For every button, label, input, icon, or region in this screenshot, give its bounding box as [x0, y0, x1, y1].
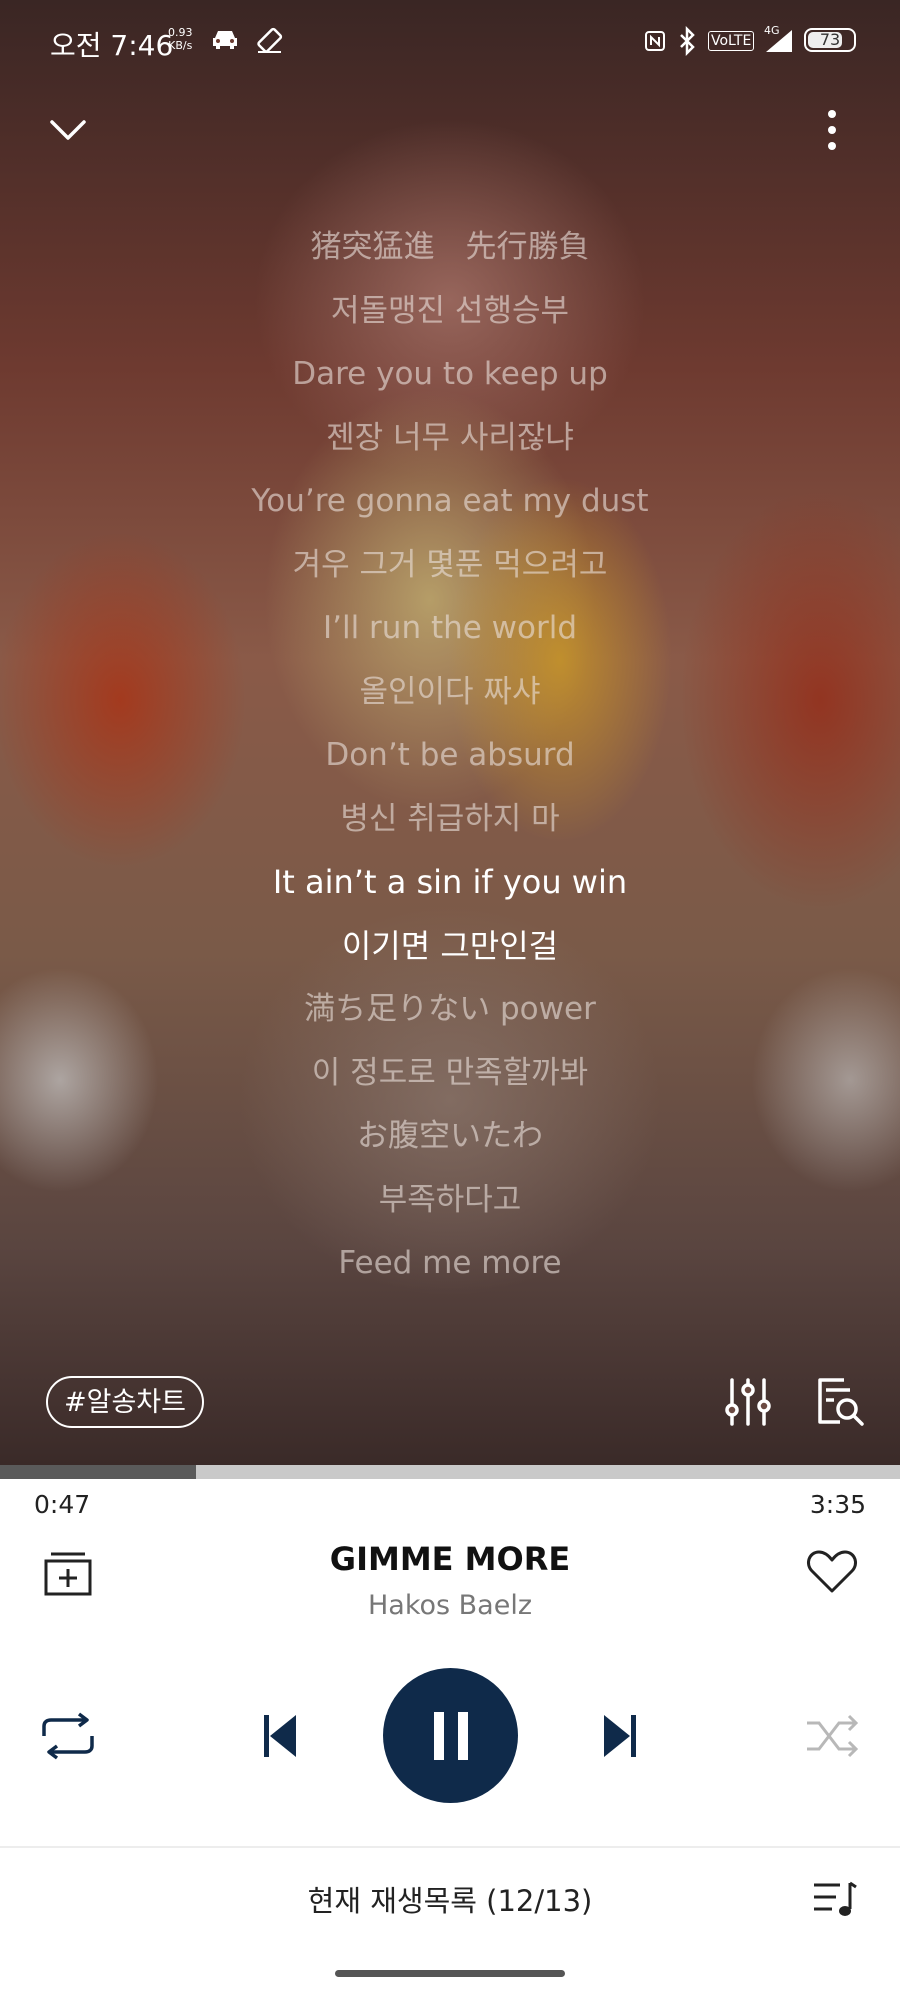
lyric-line-current[interactable]: 이기면 그만인걸: [0, 915, 900, 979]
hashtag-chip[interactable]: #알송차트: [46, 1376, 204, 1428]
repeat-button[interactable]: [36, 1706, 100, 1766]
skip-next-icon: [604, 1715, 636, 1757]
lyric-line[interactable]: I’ll run the world: [0, 597, 900, 661]
previous-button[interactable]: [250, 1710, 310, 1762]
lyric-line[interactable]: Don’t be absurd: [0, 724, 900, 788]
network-speed-value: 0.93: [168, 26, 193, 39]
repeat-icon: [42, 1712, 94, 1760]
artist-name[interactable]: Hakos Baelz: [0, 1590, 900, 1621]
seek-bar-progress: [0, 1465, 197, 1479]
collapse-button[interactable]: [38, 100, 98, 160]
lyric-line[interactable]: 겨우 그거 몇푼 먹으려고: [0, 534, 900, 598]
car-icon: [213, 31, 237, 49]
battery-indicator: 73: [804, 28, 856, 52]
divider: [0, 1846, 900, 1848]
network-speed: 0.93 KB/s: [168, 26, 193, 52]
seek-bar[interactable]: [0, 1465, 900, 1479]
lyrics-list[interactable]: 猪突猛進 先行勝負 저돌맹진 선행승부 Dare you to keep up 젠장 …: [0, 216, 900, 1296]
home-indicator[interactable]: [335, 1970, 565, 1977]
playlist-icon: [814, 1881, 857, 1916]
total-duration: 3:35: [809, 1490, 866, 1519]
lyric-line[interactable]: Dare you to keep up: [0, 343, 900, 407]
elapsed-time: 0:47: [34, 1490, 91, 1519]
playlist-button[interactable]: [804, 1874, 864, 1924]
heart-icon: [807, 1550, 857, 1593]
next-button[interactable]: [590, 1710, 650, 1762]
lyrics-background: 오전 7:46 0.93 KB/s VoLTE 4G 73 猪突猛進 先行勝負 …: [0, 0, 900, 1466]
bluetooth-icon: [680, 26, 695, 56]
pause-icon: [433, 1711, 468, 1760]
equalizer-icon: [725, 1378, 771, 1426]
lyric-line[interactable]: お腹空いたわ: [0, 1105, 900, 1169]
like-button[interactable]: [800, 1542, 864, 1602]
lyric-line[interactable]: 저돌맹진 선행승부: [0, 280, 900, 344]
lyric-line[interactable]: Feed me more: [0, 1232, 900, 1296]
equalizer-button[interactable]: [720, 1374, 776, 1430]
lyric-line[interactable]: 이 정도로 만족할까봐: [0, 1042, 900, 1106]
more-options-button[interactable]: [802, 100, 862, 160]
lyric-line[interactable]: 병신 취급하지 마: [0, 788, 900, 852]
more-vertical-icon: [828, 110, 836, 150]
auto-rotate-icon: [257, 27, 283, 53]
lyric-line[interactable]: 猪突猛進 先行勝負: [0, 216, 900, 280]
current-playlist-label[interactable]: 현재 재생목록 (12/13): [0, 1878, 900, 1920]
chevron-down-icon: [50, 120, 86, 140]
lyric-line[interactable]: 満ち足りない power: [0, 978, 900, 1042]
lyrics-search-button[interactable]: [812, 1374, 868, 1430]
pause-button[interactable]: [383, 1668, 518, 1803]
lyrics-search-icon: [818, 1378, 864, 1426]
lyric-line[interactable]: 젠장 너무 사리잖냐: [0, 407, 900, 471]
nfc-icon: [645, 31, 665, 51]
status-time: 오전 7:46: [50, 29, 174, 62]
battery-level: 73: [819, 30, 841, 49]
lyric-line[interactable]: You’re gonna eat my dust: [0, 470, 900, 534]
lyric-line[interactable]: 올인이다 짜샤: [0, 661, 900, 725]
shuffle-icon: [807, 1714, 859, 1758]
network-speed-unit: KB/s: [168, 39, 193, 52]
song-title: GIMME MORE: [329, 1540, 571, 1578]
skip-previous-icon: [264, 1715, 296, 1757]
volte-badge: VoLTE: [708, 31, 755, 51]
signal-icon: [766, 30, 792, 52]
lyric-line[interactable]: 부족하다고: [0, 1169, 900, 1233]
status-bar: 오전 7:46 0.93 KB/s VoLTE 4G 73: [0, 0, 900, 84]
lyric-line-current[interactable]: It ain’t a sin if you win: [0, 851, 900, 915]
shuffle-button[interactable]: [800, 1706, 864, 1766]
